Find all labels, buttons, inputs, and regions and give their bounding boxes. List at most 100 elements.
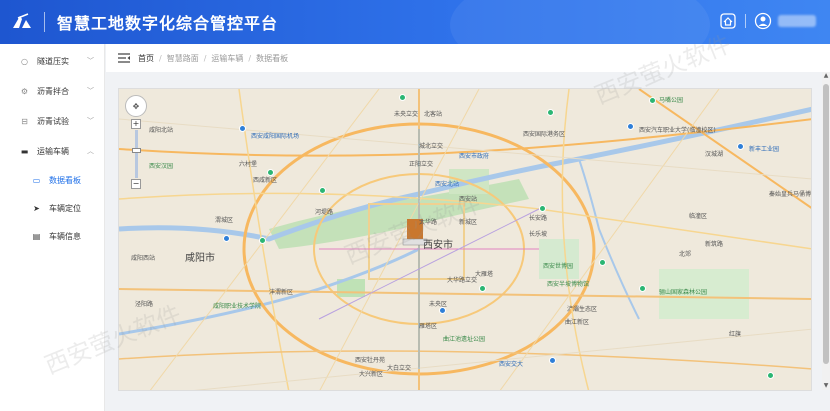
map-label: 咸阳市 xyxy=(185,253,215,264)
map-poi-marker[interactable] xyxy=(737,143,744,150)
map-poi-marker[interactable] xyxy=(479,285,486,292)
user-avatar-icon[interactable] xyxy=(754,12,772,30)
map-label: 西安市政府 xyxy=(459,153,490,160)
map-zoom-control: + − xyxy=(131,119,141,189)
map-label: 西安牡丹苑 xyxy=(355,357,386,364)
scroll-up-icon[interactable]: ▲ xyxy=(822,72,830,80)
map-label: 河堤路 xyxy=(315,209,334,216)
map-label: 临潼区 xyxy=(689,213,708,220)
scroll-down-icon[interactable]: ▼ xyxy=(822,382,830,390)
map-poi-marker[interactable] xyxy=(259,237,266,244)
map-label: 西安咸阳国际机场 xyxy=(251,133,300,140)
truck-icon: ▬ xyxy=(20,146,29,156)
header-divider xyxy=(44,12,45,32)
map-poi-marker[interactable] xyxy=(319,187,326,194)
map-label: 新城区 xyxy=(459,219,478,226)
map-label: 西安交大 xyxy=(499,361,524,368)
sidebar: ○ 隧道压实 ﹀ ⚙ 沥青拌合 ﹀ ⊟ 沥青试验 ﹀ ▬ 运输车辆 ︿ ▭ 数据… xyxy=(0,44,105,411)
map-poi-marker[interactable] xyxy=(627,123,634,130)
zoom-slider-handle[interactable] xyxy=(131,148,141,153)
map-label: 六村堡 xyxy=(239,161,258,168)
breadcrumb-bar: 首页 / 智慧路面 / 运输车辆 / 数据看板 xyxy=(106,44,830,72)
map-label: 沣渭新区 xyxy=(269,289,294,296)
home-icon[interactable] xyxy=(719,12,737,30)
breadcrumb-item[interactable]: 运输车辆 xyxy=(211,54,243,63)
map-label: 曲江新区 xyxy=(565,319,590,326)
sidebar-item-asphalt-mixing[interactable]: ⚙ 沥青拌合 ﹀ xyxy=(0,76,104,106)
header-decoration xyxy=(450,0,710,44)
map-poi-marker[interactable] xyxy=(267,169,274,176)
map-label: 太华路 xyxy=(419,219,438,226)
map-poi-marker[interactable] xyxy=(767,372,774,379)
scrollbar-thumb[interactable] xyxy=(823,84,829,364)
map-label: 城北立交 xyxy=(419,143,444,150)
map-poi-marker[interactable] xyxy=(439,307,446,314)
map-label: 红旗 xyxy=(729,331,742,338)
app-title: 智慧工地数字化综合管控平台 xyxy=(57,14,279,33)
sidebar-item-label: 沥青拌合 xyxy=(37,86,69,96)
zoom-in-button[interactable]: + xyxy=(131,119,141,129)
map-poi-marker[interactable] xyxy=(649,97,656,104)
username-redacted[interactable] xyxy=(778,15,816,27)
map-label: 大雁塔 xyxy=(475,271,494,278)
sidebar-item-label: 沥青试验 xyxy=(37,116,69,126)
map-view[interactable]: 咸阳市 西安市 咸阳北站 汉城湖 浐灞生态区 临潼区 新丰工业园 秦始皇兵马俑博… xyxy=(118,88,812,391)
menu-toggle-icon[interactable] xyxy=(118,53,130,63)
map-label: 西安世博园 xyxy=(543,263,574,270)
map-poi-marker[interactable] xyxy=(547,109,554,116)
map-label: 浐灞生态区 xyxy=(567,306,598,313)
map-label: 北客站 xyxy=(424,111,443,118)
sidebar-item-transport-vehicles[interactable]: ▬ 运输车辆 ︿ xyxy=(0,136,104,166)
sidebar-subitem-vehicle-info[interactable]: ▤ 车辆信息 xyxy=(0,222,104,250)
document-icon: ▤ xyxy=(32,231,41,241)
sidebar-subitem-label: 车辆定位 xyxy=(49,203,81,213)
map-label: 西安汉园 xyxy=(149,163,174,170)
map-pan-control[interactable]: ✥ xyxy=(125,95,147,117)
map-poi-marker[interactable] xyxy=(239,125,246,132)
chevron-down-icon: ﹀ xyxy=(87,117,94,125)
map-label: 骊山国家森林公园 xyxy=(659,289,708,296)
page-scrollbar[interactable]: ▲ ▼ xyxy=(822,72,830,390)
map-label: 西安市 xyxy=(423,240,453,251)
map-label: 西咸新区 xyxy=(253,177,278,184)
breadcrumb-item[interactable]: 智慧路面 xyxy=(167,54,199,63)
breadcrumb-home[interactable]: 首页 xyxy=(138,54,154,63)
sidebar-item-label: 隧道压实 xyxy=(37,56,69,66)
sidebar-subitem-label: 车辆信息 xyxy=(49,231,81,241)
sidebar-item-asphalt-test[interactable]: ⊟ 沥青试验 ﹀ xyxy=(0,106,104,136)
map-label: 咸阳北站 xyxy=(149,127,174,134)
map-label: 曲江池遗址公园 xyxy=(443,336,486,343)
map-poi-marker[interactable] xyxy=(399,94,406,101)
map-label: 雁塔区 xyxy=(419,323,438,330)
map-poi-marker[interactable] xyxy=(539,205,546,212)
chevron-up-icon: ︿ xyxy=(87,147,94,155)
map-label: 新筑路 xyxy=(705,241,724,248)
map-label: 咸阳职业技术学院 xyxy=(213,303,262,310)
zoom-slider[interactable] xyxy=(131,130,141,178)
map-poi-marker[interactable] xyxy=(639,285,646,292)
sidebar-subitem-vehicle-location[interactable]: ➤ 车辆定位 xyxy=(0,194,104,222)
map-label: 泾阳路 xyxy=(135,301,154,308)
map-label: 西安站 xyxy=(459,196,478,203)
map-label: 西安汽车职业大学(临潼校区) xyxy=(639,127,716,134)
map-label: 西安半坡博物馆 xyxy=(547,281,590,288)
map-label: 西安北站 xyxy=(435,181,460,188)
zoom-out-button[interactable]: − xyxy=(131,179,141,189)
sidebar-item-label: 运输车辆 xyxy=(37,146,69,156)
map-label: 未央立交 xyxy=(394,111,419,118)
map-poi-marker[interactable] xyxy=(549,357,556,364)
header-separator xyxy=(745,14,746,28)
map-poi-marker[interactable] xyxy=(599,259,606,266)
crane-logo-icon xyxy=(10,10,34,34)
sidebar-item-compaction[interactable]: ○ 隧道压实 ﹀ xyxy=(0,46,104,76)
map-label: 汉城湖 xyxy=(705,151,724,158)
map-label: 长乐坡 xyxy=(529,231,548,238)
map-label: 长安路 xyxy=(529,215,548,222)
map-label: 马嘴公园 xyxy=(659,97,684,104)
map-poi-marker[interactable] xyxy=(223,235,230,242)
sidebar-subitem-dashboard[interactable]: ▭ 数据看板 xyxy=(0,166,104,194)
breadcrumb: 首页 / 智慧路面 / 运输车辆 / 数据看板 xyxy=(138,53,289,63)
breadcrumb-current: 数据看板 xyxy=(256,53,289,63)
dashboard-icon: ▭ xyxy=(32,175,41,185)
map-label: 新丰工业园 xyxy=(749,146,780,153)
